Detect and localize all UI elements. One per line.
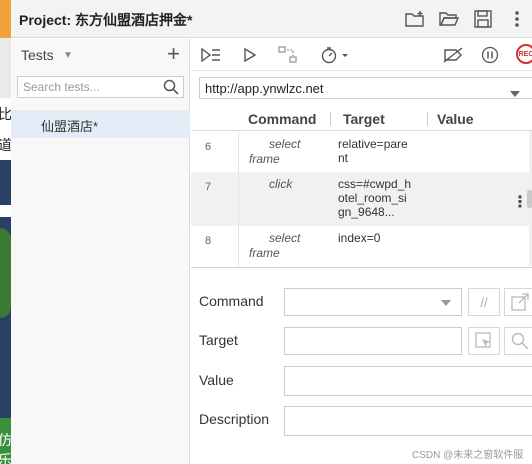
column-header-target: Target [343, 111, 385, 127]
caret-down-icon[interactable]: ▼ [63, 50, 73, 61]
title-bar: Project: 东方仙盟酒店押金* [11, 0, 532, 38]
row-target: relative=parent [338, 137, 408, 165]
search-icon [163, 79, 179, 98]
base-url-field [199, 77, 532, 99]
open-folder-icon[interactable] [438, 8, 460, 30]
disable-breakpoints-icon[interactable] [441, 44, 465, 66]
new-folder-icon[interactable] [404, 8, 426, 30]
row-target: index=0 [338, 231, 381, 245]
test-item-label: 仙盟酒店* [41, 119, 99, 134]
column-divider [427, 112, 428, 126]
run-icon[interactable] [238, 44, 262, 66]
value-input[interactable] [284, 366, 532, 396]
find-target-icon[interactable] [504, 327, 532, 355]
value-label: Value [199, 372, 234, 388]
toolbar: REC [191, 39, 532, 71]
row-command: select frame [249, 231, 301, 260]
sidebar: Tests ▼ + 仙盟酒店* [11, 39, 190, 464]
command-table: 6 select frame relative=parent 7 click c… [191, 132, 532, 267]
search-tests-input[interactable] [18, 77, 158, 97]
record-button[interactable]: REC [516, 44, 532, 64]
base-url-input[interactable] [200, 78, 500, 98]
watermark: CSDN @未来之窗软件服务 [412, 450, 524, 461]
target-label: Target [199, 332, 238, 348]
select-target-icon[interactable] [468, 327, 500, 355]
command-label: Command [199, 293, 264, 309]
background-char: 比 [0, 106, 11, 122]
tests-dropdown[interactable]: Tests [21, 47, 54, 63]
table-row[interactable]: 8 select frame index=0 [191, 226, 532, 267]
column-divider [330, 112, 331, 126]
row-target: css=#cwpd_hotel_room_sign_9648... [338, 177, 412, 219]
speed-icon[interactable] [318, 44, 352, 66]
command-editor: Command // Target Value Description [191, 268, 532, 464]
column-header-command: Command [248, 111, 317, 127]
row-menu-icon[interactable]: ⋮ [512, 192, 528, 212]
add-test-button[interactable]: + [167, 41, 180, 67]
column-header-value: Value [437, 111, 474, 127]
description-input[interactable] [284, 406, 532, 436]
command-select[interactable] [284, 288, 462, 316]
row-command: click [269, 177, 293, 191]
comment-button[interactable]: // [468, 288, 500, 316]
project-title: Project: 东方仙盟酒店押金* [19, 12, 193, 28]
row-number: 8 [205, 235, 212, 247]
step-over-icon[interactable] [276, 44, 300, 66]
row-command: select frame [249, 137, 301, 166]
scrollbar-thumb[interactable] [527, 190, 532, 208]
table-header: Command Target Value [191, 107, 532, 131]
background-char: 乐 [0, 452, 11, 464]
main-panel: REC Command Target Value 6 select frame … [191, 39, 532, 464]
description-label: Description [199, 411, 270, 427]
open-reference-icon[interactable] [504, 288, 532, 316]
background-char: 仿 [0, 432, 11, 448]
row-number: 7 [205, 181, 212, 193]
chevron-down-icon[interactable] [510, 85, 520, 100]
row-number: 6 [205, 141, 212, 153]
save-icon[interactable] [472, 8, 494, 30]
table-row[interactable]: 7 click css=#cwpd_hotel_room_sign_9648..… [191, 172, 532, 226]
background-window-strip: 比 道 仿 乐 [0, 0, 11, 464]
background-char: 道 [0, 137, 11, 153]
target-input[interactable] [284, 327, 462, 355]
chevron-down-icon [441, 300, 451, 306]
more-options-icon[interactable] [506, 8, 528, 30]
search-box [17, 76, 184, 98]
test-item[interactable]: 仙盟酒店* [11, 110, 190, 138]
run-all-icon[interactable] [199, 44, 223, 66]
pause-icon[interactable] [478, 44, 502, 66]
table-row[interactable]: 6 select frame relative=parent [191, 132, 532, 172]
